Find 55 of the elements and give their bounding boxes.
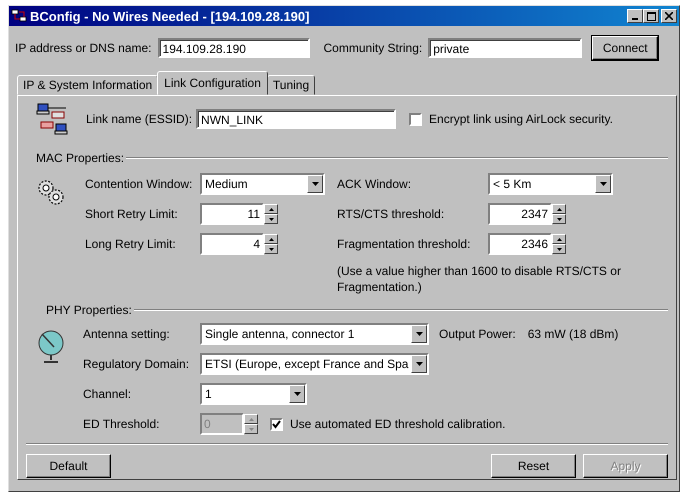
spin-arrows-icon[interactable] [264, 204, 278, 224]
calibration-checkbox[interactable] [270, 418, 283, 430]
calibration-label: Use automated ED threshold calibration. [290, 417, 506, 431]
spin-arrows-icon[interactable] [264, 234, 278, 254]
field-label: Short Retry Limit: [85, 207, 179, 221]
field-label: Contention Window: [85, 177, 194, 191]
dropdown[interactable]: ETSI (Europe, except France and Spa [200, 353, 429, 375]
field-label: Antenna setting: [83, 327, 171, 341]
field-label: Channel: [83, 387, 132, 401]
mac-properties-heading: MAC Properties: [35, 151, 124, 165]
encrypt-label: Encrypt link using AirLock security. [429, 112, 613, 126]
field-label: Fragmentation threshold: [337, 237, 472, 251]
phy-properties-heading: PHY Properties: [45, 303, 132, 317]
spin-field[interactable]: 11 [200, 203, 264, 225]
spin-arrows-icon[interactable] [552, 204, 566, 224]
dialog-button[interactable]: Reset [491, 454, 576, 478]
minimize-icon [632, 18, 638, 20]
link-name-field[interactable]: NWN_LINK [196, 109, 396, 129]
spin-field[interactable]: 2346 [488, 233, 552, 255]
network-computers-icon [36, 102, 70, 136]
field-label: Regulatory Domain: [83, 357, 190, 371]
field-label: RTS/CTS threshold: [337, 207, 446, 221]
tab[interactable]: IP & System Information [17, 75, 158, 95]
dropdown[interactable]: 1 [200, 383, 307, 405]
field-label: ED Threshold: [83, 417, 160, 431]
spin-field[interactable]: 4 [200, 233, 264, 255]
maximize-icon [646, 12, 656, 20]
community-string-field[interactable]: private [428, 38, 582, 58]
network-icon [11, 9, 27, 23]
spin-field[interactable]: 2347 [488, 203, 552, 225]
spin-arrows-icon[interactable] [552, 234, 566, 254]
default-button[interactable]: Default [26, 454, 111, 478]
dropdown[interactable]: Medium [200, 173, 325, 195]
tab[interactable]: Tuning [266, 75, 316, 95]
dropdown[interactable]: Single antenna, connector 1 [200, 323, 429, 345]
ip-address-label: IP address or DNS name: [15, 41, 152, 55]
link-name-label: Link name (ESSID): [86, 112, 192, 126]
minimize-button[interactable] [627, 9, 643, 23]
connect-button[interactable]: Connect [592, 36, 658, 60]
ip-address-field[interactable]: 194.109.28.190 [158, 38, 310, 58]
maximize-button[interactable] [643, 9, 659, 23]
close-icon [665, 12, 673, 20]
dropdown[interactable]: < 5 Km [488, 173, 613, 195]
output-power-label: Output Power: [439, 327, 516, 341]
window-title: BConfig - No Wires Needed - [194.109.28.190] [30, 8, 310, 24]
satellite-dish-icon [36, 329, 66, 365]
community-string-label: Community String: [324, 41, 422, 55]
field-label: Long Retry Limit: [85, 237, 177, 251]
output-power-value: 63 mW (18 dBm) [528, 327, 618, 341]
close-button[interactable] [661, 9, 677, 23]
tab[interactable]: Link Configuration [157, 71, 268, 95]
field-label: ACK Window: [337, 177, 412, 191]
note-text: (Use a value higher than 1600 to disable RTS/CTS or Fragmentation.) [337, 263, 622, 295]
encrypt-checkbox[interactable] [409, 112, 422, 126]
spin-arrows-icon[interactable] [244, 414, 258, 434]
